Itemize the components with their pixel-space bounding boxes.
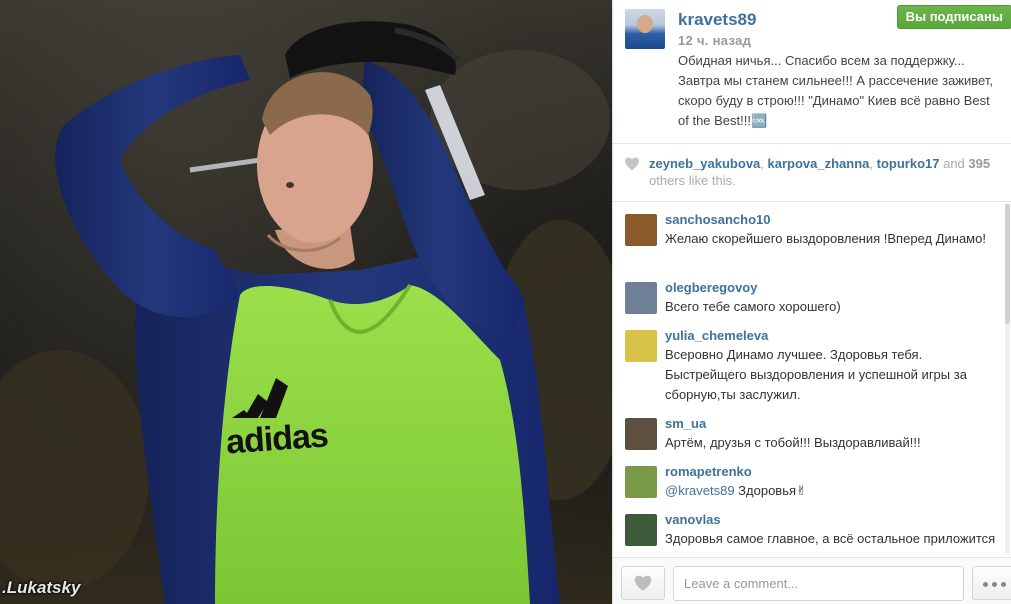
comment-text: Артём, друзья с тобой!!! Выздоравливай!!… [665, 435, 921, 450]
following-button[interactable]: Вы подписаны [896, 5, 1011, 29]
comment-text: Всеровно Динамо лучшее. Здоровья тебя. Б… [665, 347, 967, 402]
commenter-avatar[interactable] [625, 214, 657, 246]
commenter-username[interactable]: yulia_chemeleva [665, 327, 998, 345]
liker-link[interactable]: zeyneb_yakubova [649, 156, 760, 171]
comment-text: Всего тебе самого хорошего) [665, 299, 841, 314]
post-timestamp: 12 ч. назад [678, 33, 752, 48]
comment-item: olegberegovoy Всего тебе самого хорошего… [613, 271, 1011, 319]
heart-icon [625, 157, 639, 170]
comment-item: romapetrenko @kravets89 Здоровья✌ [613, 455, 1011, 503]
liker-link[interactable]: karpova_zhanna [768, 156, 870, 171]
like-heart-icon [634, 575, 652, 591]
comment-item: sanchosancho10 Желаю скорейшего выздоров… [613, 203, 1011, 271]
post-sidebar: kravets89 12 ч. назад Вы подписаны Обидн… [612, 0, 1011, 604]
comment-text: Желаю скорейшего выздоровления !Вперед Д… [665, 231, 986, 246]
commenter-avatar[interactable] [625, 330, 657, 362]
like-button[interactable] [621, 566, 665, 600]
commenter-username[interactable]: vanovlas [665, 511, 998, 529]
likes-text: zeyneb_yakubova, karpova_zhanna, topurko… [649, 156, 991, 188]
commenter-username[interactable]: sm_ua [665, 415, 998, 433]
commenter-avatar[interactable] [625, 418, 657, 450]
likes-count[interactable]: 395 [968, 156, 990, 171]
commenter-avatar[interactable] [625, 466, 657, 498]
post-caption: Обидная ничья... Спасибо всем за поддерж… [678, 53, 993, 128]
comment-mention[interactable]: @kravets89 [665, 483, 735, 498]
comment-input[interactable] [673, 566, 964, 601]
more-options-button[interactable] [972, 566, 1011, 600]
likes-section: zeyneb_yakubova, karpova_zhanna, topurko… [613, 144, 1011, 202]
shirt-brand: adidas [224, 416, 329, 462]
post-photo: .Lukatsky adidas [0, 0, 612, 604]
owner-username[interactable]: kravets89 [678, 10, 756, 30]
commenter-username[interactable]: olegberegovoy [665, 279, 998, 297]
comment-text: Здоровья самое главное, а всё остальное … [665, 531, 996, 546]
commenter-username[interactable]: romapetrenko [665, 463, 998, 481]
likes-and: and [943, 156, 965, 171]
commenter-avatar[interactable] [625, 514, 657, 546]
comments-list[interactable]: sanchosancho10 Желаю скорейшего выздоров… [613, 203, 1011, 556]
comment-text: @kravets89 Здоровья✌ [665, 481, 998, 501]
commenter-username[interactable]: sanchosancho10 [665, 211, 998, 229]
likes-suffix: others like this. [649, 173, 736, 188]
comment-footer [613, 557, 1011, 604]
owner-avatar[interactable] [625, 9, 665, 49]
post-header: kravets89 12 ч. назад Вы подписаны Обидн… [613, 0, 1011, 144]
comment-text-body: Здоровья✌ [734, 483, 807, 498]
comment-item: sm_ua Артём, друзья с тобой!!! Выздоравл… [613, 407, 1011, 455]
photo-credit: .Lukatsky [2, 578, 81, 597]
comment-item: vanovlas Здоровья самое главное, а всё о… [613, 503, 1011, 556]
comments-scrollbar[interactable] [1005, 204, 1010, 554]
scrollbar-thumb[interactable] [1005, 204, 1010, 324]
player-illustration [0, 0, 612, 604]
comment-item: yulia_chemeleva Всеровно Динамо лучшее. … [613, 319, 1011, 407]
liker-link[interactable]: topurko17 [877, 156, 940, 171]
commenter-avatar[interactable] [625, 282, 657, 314]
